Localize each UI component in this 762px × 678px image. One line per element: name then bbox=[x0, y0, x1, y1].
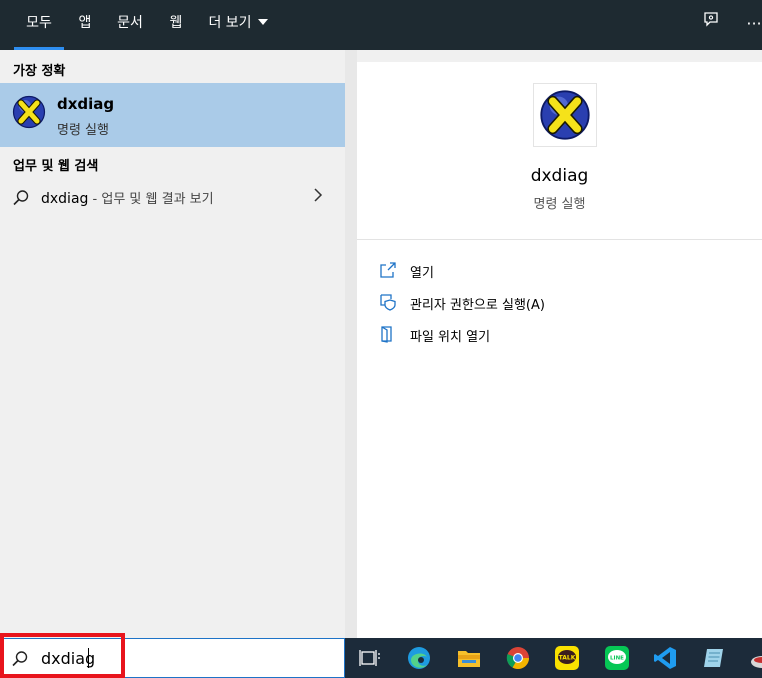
dxdiag-large-icon bbox=[533, 83, 597, 147]
tab-apps-label: 앱 bbox=[78, 15, 92, 31]
chevron-down-icon bbox=[257, 19, 268, 25]
edge-icon[interactable] bbox=[406, 645, 432, 671]
best-match-item[interactable]: dxdiag 명령 실행 bbox=[0, 83, 345, 147]
tab-apps[interactable]: 앱 bbox=[72, 0, 98, 50]
tab-more[interactable]: 더 보기 bbox=[202, 0, 274, 50]
notepad-icon[interactable] bbox=[701, 645, 727, 671]
vscode-icon[interactable] bbox=[652, 645, 678, 671]
web-search-query: dxdiag bbox=[41, 191, 89, 207]
more-options-glyph: ··· bbox=[746, 14, 762, 33]
search-box-icon bbox=[11, 650, 29, 672]
preview-pane: dxdiag 명령 실행 열기 관리자 권한으로 실행(A) 파일 위치 열기 bbox=[357, 62, 762, 638]
more-options-icon[interactable]: ··· bbox=[740, 10, 762, 38]
run-as-admin-label: 관리자 권한으로 실행(A) bbox=[410, 298, 545, 313]
open-icon bbox=[379, 261, 397, 279]
open-action[interactable]: 열기 bbox=[379, 259, 499, 285]
task-view-icon[interactable] bbox=[357, 645, 383, 671]
open-file-location-label: 파일 위치 열기 bbox=[410, 330, 491, 345]
svg-text:TALK: TALK bbox=[559, 655, 576, 662]
preview-app-name: dxdiag bbox=[530, 166, 589, 186]
admin-shield-icon bbox=[379, 293, 397, 311]
tab-web-label: 웹 bbox=[169, 15, 183, 31]
svg-text:LINE: LINE bbox=[610, 656, 624, 662]
run-as-admin-action[interactable]: 관리자 권한으로 실행(A) bbox=[379, 291, 579, 317]
tab-documents[interactable]: 문서 bbox=[110, 0, 150, 50]
best-match-name: dxdiag bbox=[57, 95, 115, 113]
file-location-icon bbox=[379, 325, 397, 343]
tab-documents-label: 문서 bbox=[117, 15, 143, 31]
file-explorer-icon[interactable] bbox=[456, 645, 482, 671]
dxdiag-app-icon bbox=[12, 95, 46, 133]
feedback-icon[interactable] bbox=[697, 10, 725, 38]
best-match-heading: 가장 정확 bbox=[13, 64, 66, 79]
tab-more-label: 더 보기 bbox=[208, 15, 252, 31]
best-match-subtitle: 명령 실행 bbox=[57, 123, 109, 138]
chrome-icon[interactable] bbox=[505, 645, 531, 671]
pane-gutter bbox=[345, 50, 357, 638]
kakaotalk-icon[interactable]: TALK bbox=[554, 645, 580, 671]
tab-all[interactable]: 모두 bbox=[14, 0, 64, 50]
search-icon bbox=[12, 189, 30, 211]
web-search-heading: 업무 및 웹 검색 bbox=[13, 159, 99, 174]
tab-web[interactable]: 웹 bbox=[162, 0, 190, 50]
web-search-item[interactable]: dxdiag - 업무 및 웹 결과 보기 bbox=[0, 181, 345, 213]
divider bbox=[357, 239, 762, 240]
search-input[interactable] bbox=[41, 647, 331, 669]
preview-app-subtitle: 명령 실행 bbox=[533, 197, 586, 212]
search-filter-bar: 모두 앱 문서 웹 더 보기 ··· bbox=[0, 0, 762, 50]
text-cursor bbox=[88, 648, 89, 668]
web-search-suffix: - 업무 및 웹 결과 보기 bbox=[88, 192, 214, 207]
line-icon[interactable]: LINE bbox=[604, 645, 630, 671]
results-pane: 가장 정확 dxdiag 명령 실행 업무 및 웹 검색 dxdiag - 업무… bbox=[0, 50, 345, 638]
open-file-location-action[interactable]: 파일 위치 열기 bbox=[379, 323, 539, 349]
open-label: 열기 bbox=[410, 266, 434, 281]
chevron-right-icon[interactable] bbox=[313, 187, 323, 207]
search-box[interactable] bbox=[0, 638, 345, 678]
tab-all-label: 모두 bbox=[26, 15, 52, 31]
taskbar: TALK LINE bbox=[345, 638, 762, 678]
app-icon[interactable] bbox=[749, 645, 762, 671]
